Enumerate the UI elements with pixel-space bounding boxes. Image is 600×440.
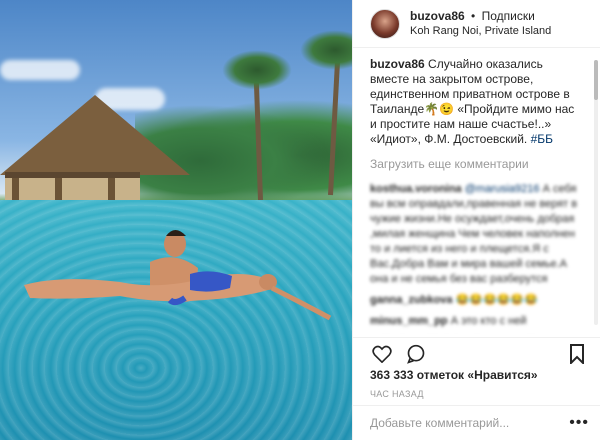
likes-count[interactable]: 363 333 отметок «Нравится»	[370, 368, 538, 382]
action-bar	[353, 337, 600, 369]
comment-list: kosthua.voronina @marusia9216 А себя вы …	[370, 182, 583, 334]
caption-hashtag[interactable]: #ББ	[531, 132, 553, 146]
post-photo[interactable]	[0, 0, 352, 440]
comment-username[interactable]: minus_mm_pp	[370, 315, 448, 327]
post-panel: buzova86 • Подписки Koh Rang Noi, Privat…	[352, 0, 600, 440]
separator-dot: •	[471, 8, 476, 23]
more-options-button[interactable]: •••	[569, 414, 589, 432]
post-username[interactable]: buzova86	[410, 9, 465, 23]
comment-text: 😂😂😂😂😂😂	[455, 294, 538, 306]
people-in-pool	[24, 230, 332, 321]
bookmark-icon[interactable]	[565, 342, 589, 366]
location-link[interactable]: Koh Rang Noi, Private Island	[410, 24, 551, 39]
load-more-comments-button[interactable]: Загрузить еще комментарии	[370, 157, 583, 172]
comment-text: А это кто с ней	[450, 315, 527, 327]
comment-text: А себя вы всм оправдали,правенная не вер…	[370, 183, 578, 285]
caption-username[interactable]: buzova86	[370, 57, 425, 71]
comment-username[interactable]: kosthua.voronina	[370, 183, 462, 195]
header-text: buzova86 • Подписки Koh Rang Noi, Privat…	[410, 9, 551, 39]
comment-input[interactable]	[370, 416, 570, 430]
post-timestamp: ЧАС НАЗАД	[370, 389, 424, 399]
comments-area: buzova86 Случайно оказались вместе на за…	[353, 49, 593, 334]
scrollbar-thumb[interactable]	[594, 60, 598, 100]
add-comment-bar: •••	[353, 405, 600, 440]
post-header: buzova86 • Подписки Koh Rang Noi, Privat…	[353, 0, 600, 48]
comment-item: kosthua.voronina @marusia9216 А себя вы …	[370, 182, 583, 287]
comment-username[interactable]: ganna_zubkova	[370, 294, 453, 306]
comment-item: minus_mm_pp А это кто с ней	[370, 314, 583, 329]
post-caption: buzova86 Случайно оказались вместе на за…	[370, 57, 583, 147]
comment-icon[interactable]	[404, 342, 428, 366]
avatar[interactable]	[370, 8, 400, 39]
heart-icon[interactable]	[370, 342, 394, 366]
comment-item: ganna_zubkova 😂😂😂😂😂😂	[370, 293, 583, 308]
comment-mention[interactable]: @marusia9216	[465, 183, 540, 195]
follow-button[interactable]: Подписки	[482, 9, 535, 23]
